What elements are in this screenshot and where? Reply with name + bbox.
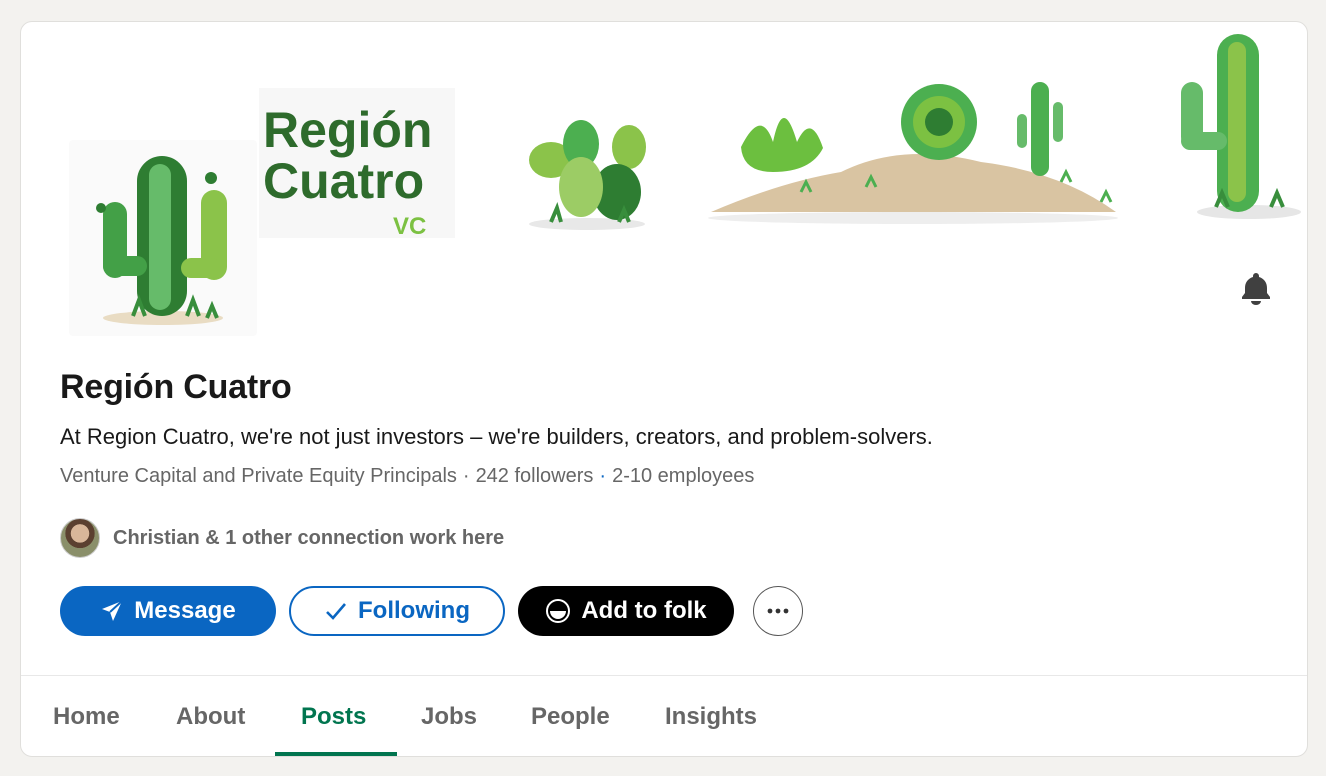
company-industry: Venture Capital and Private Equity Princ… [60, 465, 457, 487]
banner-brand-sub: VC [393, 213, 426, 240]
checkmark-icon [324, 599, 348, 623]
active-tab-indicator [275, 752, 397, 756]
meta-separator: · [599, 465, 607, 487]
company-name: Región Cuatro [60, 368, 292, 406]
message-button-label: Message [134, 597, 236, 624]
company-meta: Venture Capital and Private Equity Princ… [60, 465, 754, 488]
cactus-logo-icon [96, 156, 227, 325]
add-to-folk-button[interactable]: Add to folk [518, 586, 734, 636]
tab-insights[interactable]: Insights [665, 676, 757, 756]
banner-brand-line1: Región [263, 102, 432, 158]
company-employees[interactable]: 2-10 employees [612, 465, 754, 487]
more-options-button[interactable] [753, 586, 803, 636]
company-logo[interactable] [69, 140, 257, 336]
tab-people[interactable]: People [531, 676, 610, 756]
saguaro-right-illustration [1181, 34, 1301, 219]
company-tagline: At Region Cuatro, we're not just investo… [60, 424, 933, 449]
tab-home[interactable]: Home [53, 676, 120, 756]
company-header-card: Región Cuatro VC Región Cuatro At Region… [20, 21, 1308, 757]
company-followers[interactable]: 242 followers [476, 465, 594, 487]
send-icon [100, 599, 124, 623]
connections-row[interactable]: Christian & 1 other connection work here [60, 518, 504, 558]
avatar [60, 518, 100, 558]
following-button-label: Following [358, 597, 470, 624]
company-tabs: Home About Posts Jobs People Insights [21, 676, 1307, 756]
notifications-bell-button[interactable] [1239, 270, 1273, 306]
connections-text: Christian & 1 other connection work here [113, 526, 505, 549]
following-button[interactable]: Following [289, 586, 505, 636]
tab-jobs[interactable]: Jobs [421, 676, 477, 756]
prickly-pear-illustration [529, 120, 646, 230]
meta-separator: · [462, 465, 470, 487]
message-button[interactable]: Message [60, 586, 276, 636]
banner-brand-line2: Cuatro [263, 153, 424, 209]
add-to-folk-button-label: Add to folk [581, 597, 707, 624]
folk-logo-icon [545, 598, 571, 624]
tab-about[interactable]: About [176, 676, 245, 756]
desert-landscape-illustration [708, 82, 1118, 224]
bell-icon [1242, 273, 1270, 305]
tab-posts[interactable]: Posts [301, 676, 366, 756]
more-horizontal-icon [767, 608, 789, 614]
